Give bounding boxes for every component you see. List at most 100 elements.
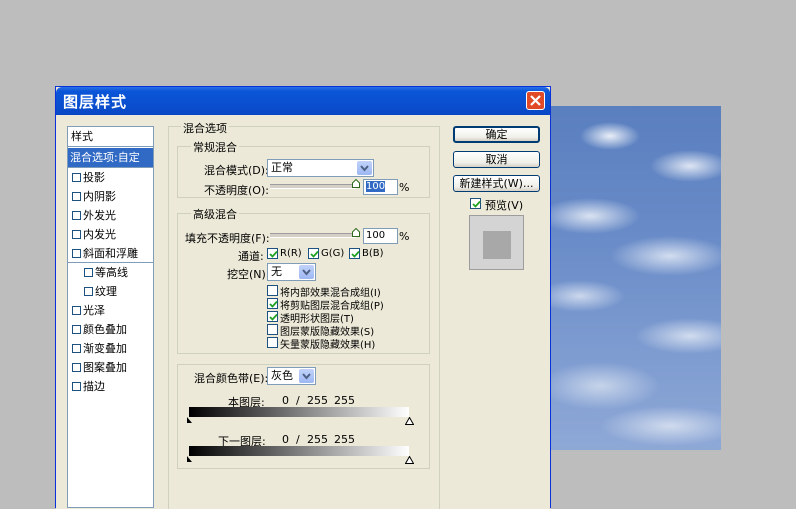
this-layer-mid: 255 (307, 394, 328, 407)
channel-label: B(B) (362, 248, 384, 259)
channel-checkbox[interactable] (267, 248, 278, 259)
opacity-slider-thumb[interactable] (352, 179, 360, 188)
advanced-option-checkbox[interactable] (267, 311, 278, 322)
style-item-checkbox[interactable] (84, 268, 93, 277)
underlying-slash: / (296, 433, 300, 446)
new-style-button[interactable]: 新建样式(W)... (453, 175, 540, 192)
blend-mode-select[interactable]: 正常 (267, 159, 374, 177)
style-preview-swatch (483, 231, 511, 259)
style-item[interactable]: 描边 (68, 377, 153, 396)
channel-checkbox[interactable] (349, 248, 360, 259)
this-layer-black-slider[interactable] (187, 417, 193, 424)
preview-label: 预览(V) (485, 199, 524, 212)
style-item[interactable]: 颜色叠加 (68, 320, 153, 339)
channels-label: 通道: (238, 250, 264, 263)
title-bar[interactable]: 图层样式 (56, 87, 550, 115)
style-item[interactable]: 渐变叠加 (68, 339, 153, 358)
style-item-label: 内发光 (83, 228, 116, 241)
style-item-blend-options[interactable]: 混合选项:自定 (68, 148, 153, 167)
style-item[interactable]: 投影 (68, 168, 153, 187)
advanced-option-checkbox[interactable] (267, 285, 278, 296)
opacity-slider[interactable] (270, 184, 356, 189)
underlying-black: 0 (282, 433, 289, 446)
style-item[interactable]: 图案叠加 (68, 358, 153, 377)
style-item-checkbox[interactable] (72, 230, 81, 239)
style-item-checkbox[interactable] (72, 306, 81, 315)
blend-if-select[interactable]: 灰色 (267, 367, 316, 385)
style-item[interactable]: 斜面和浮雕 (68, 244, 153, 263)
style-item-label: 外发光 (83, 209, 116, 222)
blend-mode-value: 正常 (271, 161, 293, 174)
divider (68, 146, 153, 147)
style-item-checkbox[interactable] (72, 382, 81, 391)
style-item-label: 等高线 (95, 266, 128, 279)
chevron-down-icon (357, 161, 372, 175)
style-item-label: 光泽 (83, 304, 105, 317)
opacity-percent: % (399, 181, 410, 194)
style-preview-box (469, 215, 524, 270)
style-item-checkbox[interactable] (84, 287, 93, 296)
channel-checkbox[interactable] (308, 248, 319, 259)
underlying-white-slider[interactable] (405, 456, 414, 464)
underlying-mid: 255 (307, 433, 328, 446)
style-item[interactable]: 内阴影 (68, 187, 153, 206)
preview-checkbox[interactable] (470, 198, 481, 209)
checkmark-icon (310, 250, 319, 258)
style-item-label: 纹理 (95, 285, 117, 298)
fill-opacity-slider-thumb[interactable] (352, 228, 360, 237)
channel-label: R(R) (280, 248, 302, 259)
checkmark-icon (269, 300, 278, 308)
this-layer-white-slider[interactable] (405, 417, 414, 425)
channel-label: G(G) (321, 248, 345, 259)
style-item-checkbox[interactable] (72, 363, 81, 372)
style-item-label: 图案叠加 (83, 361, 127, 374)
fill-opacity-percent: % (399, 230, 410, 243)
advanced-option-checkbox[interactable] (267, 324, 278, 335)
style-item-checkbox[interactable] (72, 192, 81, 201)
style-item[interactable]: 外发光 (68, 206, 153, 225)
style-item-label: 颜色叠加 (83, 323, 127, 336)
style-item-checkbox[interactable] (72, 249, 81, 258)
blend-mode-label: 混合模式(D): (204, 164, 269, 177)
style-item[interactable]: 内发光 (68, 225, 153, 244)
underlying-black-slider[interactable] (187, 456, 193, 463)
blend-if-value: 灰色 (271, 369, 293, 382)
blend-if-label: 混合颜色带(E): (194, 372, 269, 385)
style-item-checkbox[interactable] (72, 344, 81, 353)
knockout-value: 无 (271, 265, 282, 278)
advanced-blending-legend: 高级混合 (191, 206, 239, 222)
general-blending-legend: 常规混合 (191, 139, 239, 155)
checkmark-icon (351, 250, 360, 258)
style-item-label: 渐变叠加 (83, 342, 127, 355)
checkmark-icon (269, 250, 278, 258)
style-item[interactable]: 纹理 (68, 282, 153, 301)
checkmark-icon (472, 200, 481, 208)
style-item-checkbox[interactable] (72, 325, 81, 334)
ok-button[interactable]: 确定 (453, 126, 540, 143)
underlying-white: 255 (334, 433, 355, 446)
checkmark-icon (269, 313, 278, 321)
opacity-input[interactable]: 100 (363, 179, 398, 195)
cancel-button[interactable]: 取消 (453, 151, 540, 168)
this-layer-gradient[interactable] (189, 407, 409, 417)
divider (68, 262, 153, 263)
dialog-body: 样式 混合选项:自定 投影 内阴影 外发光 内发光 斜面和浮雕 等高线 纹理 光泽 颜色叠加 渐变… (56, 115, 550, 509)
underlying-gradient[interactable] (189, 446, 409, 456)
style-item-checkbox[interactable] (72, 173, 81, 182)
chevron-down-icon (299, 265, 314, 279)
advanced-option-checkbox[interactable] (267, 298, 278, 309)
style-item-label: 投影 (83, 171, 105, 184)
style-item[interactable]: 光泽 (68, 301, 153, 320)
style-item-label: 描边 (83, 380, 105, 393)
knockout-label: 挖空(N): (227, 268, 270, 281)
advanced-option-checkbox[interactable] (267, 337, 278, 348)
close-button[interactable] (526, 91, 545, 110)
fill-opacity-input[interactable]: 100 (363, 228, 398, 244)
style-item-label: 斜面和浮雕 (83, 247, 138, 260)
fill-opacity-slider[interactable] (270, 233, 356, 238)
style-item-checkbox[interactable] (72, 211, 81, 220)
knockout-select[interactable]: 无 (267, 263, 316, 281)
layer-style-dialog: 图层样式 样式 混合选项:自定 投影 内阴影 外发光 内发光 斜面和浮雕 等高线 纹理 光泽颜… (55, 86, 551, 509)
style-item[interactable]: 等高线 (68, 263, 153, 282)
close-icon (530, 95, 541, 106)
